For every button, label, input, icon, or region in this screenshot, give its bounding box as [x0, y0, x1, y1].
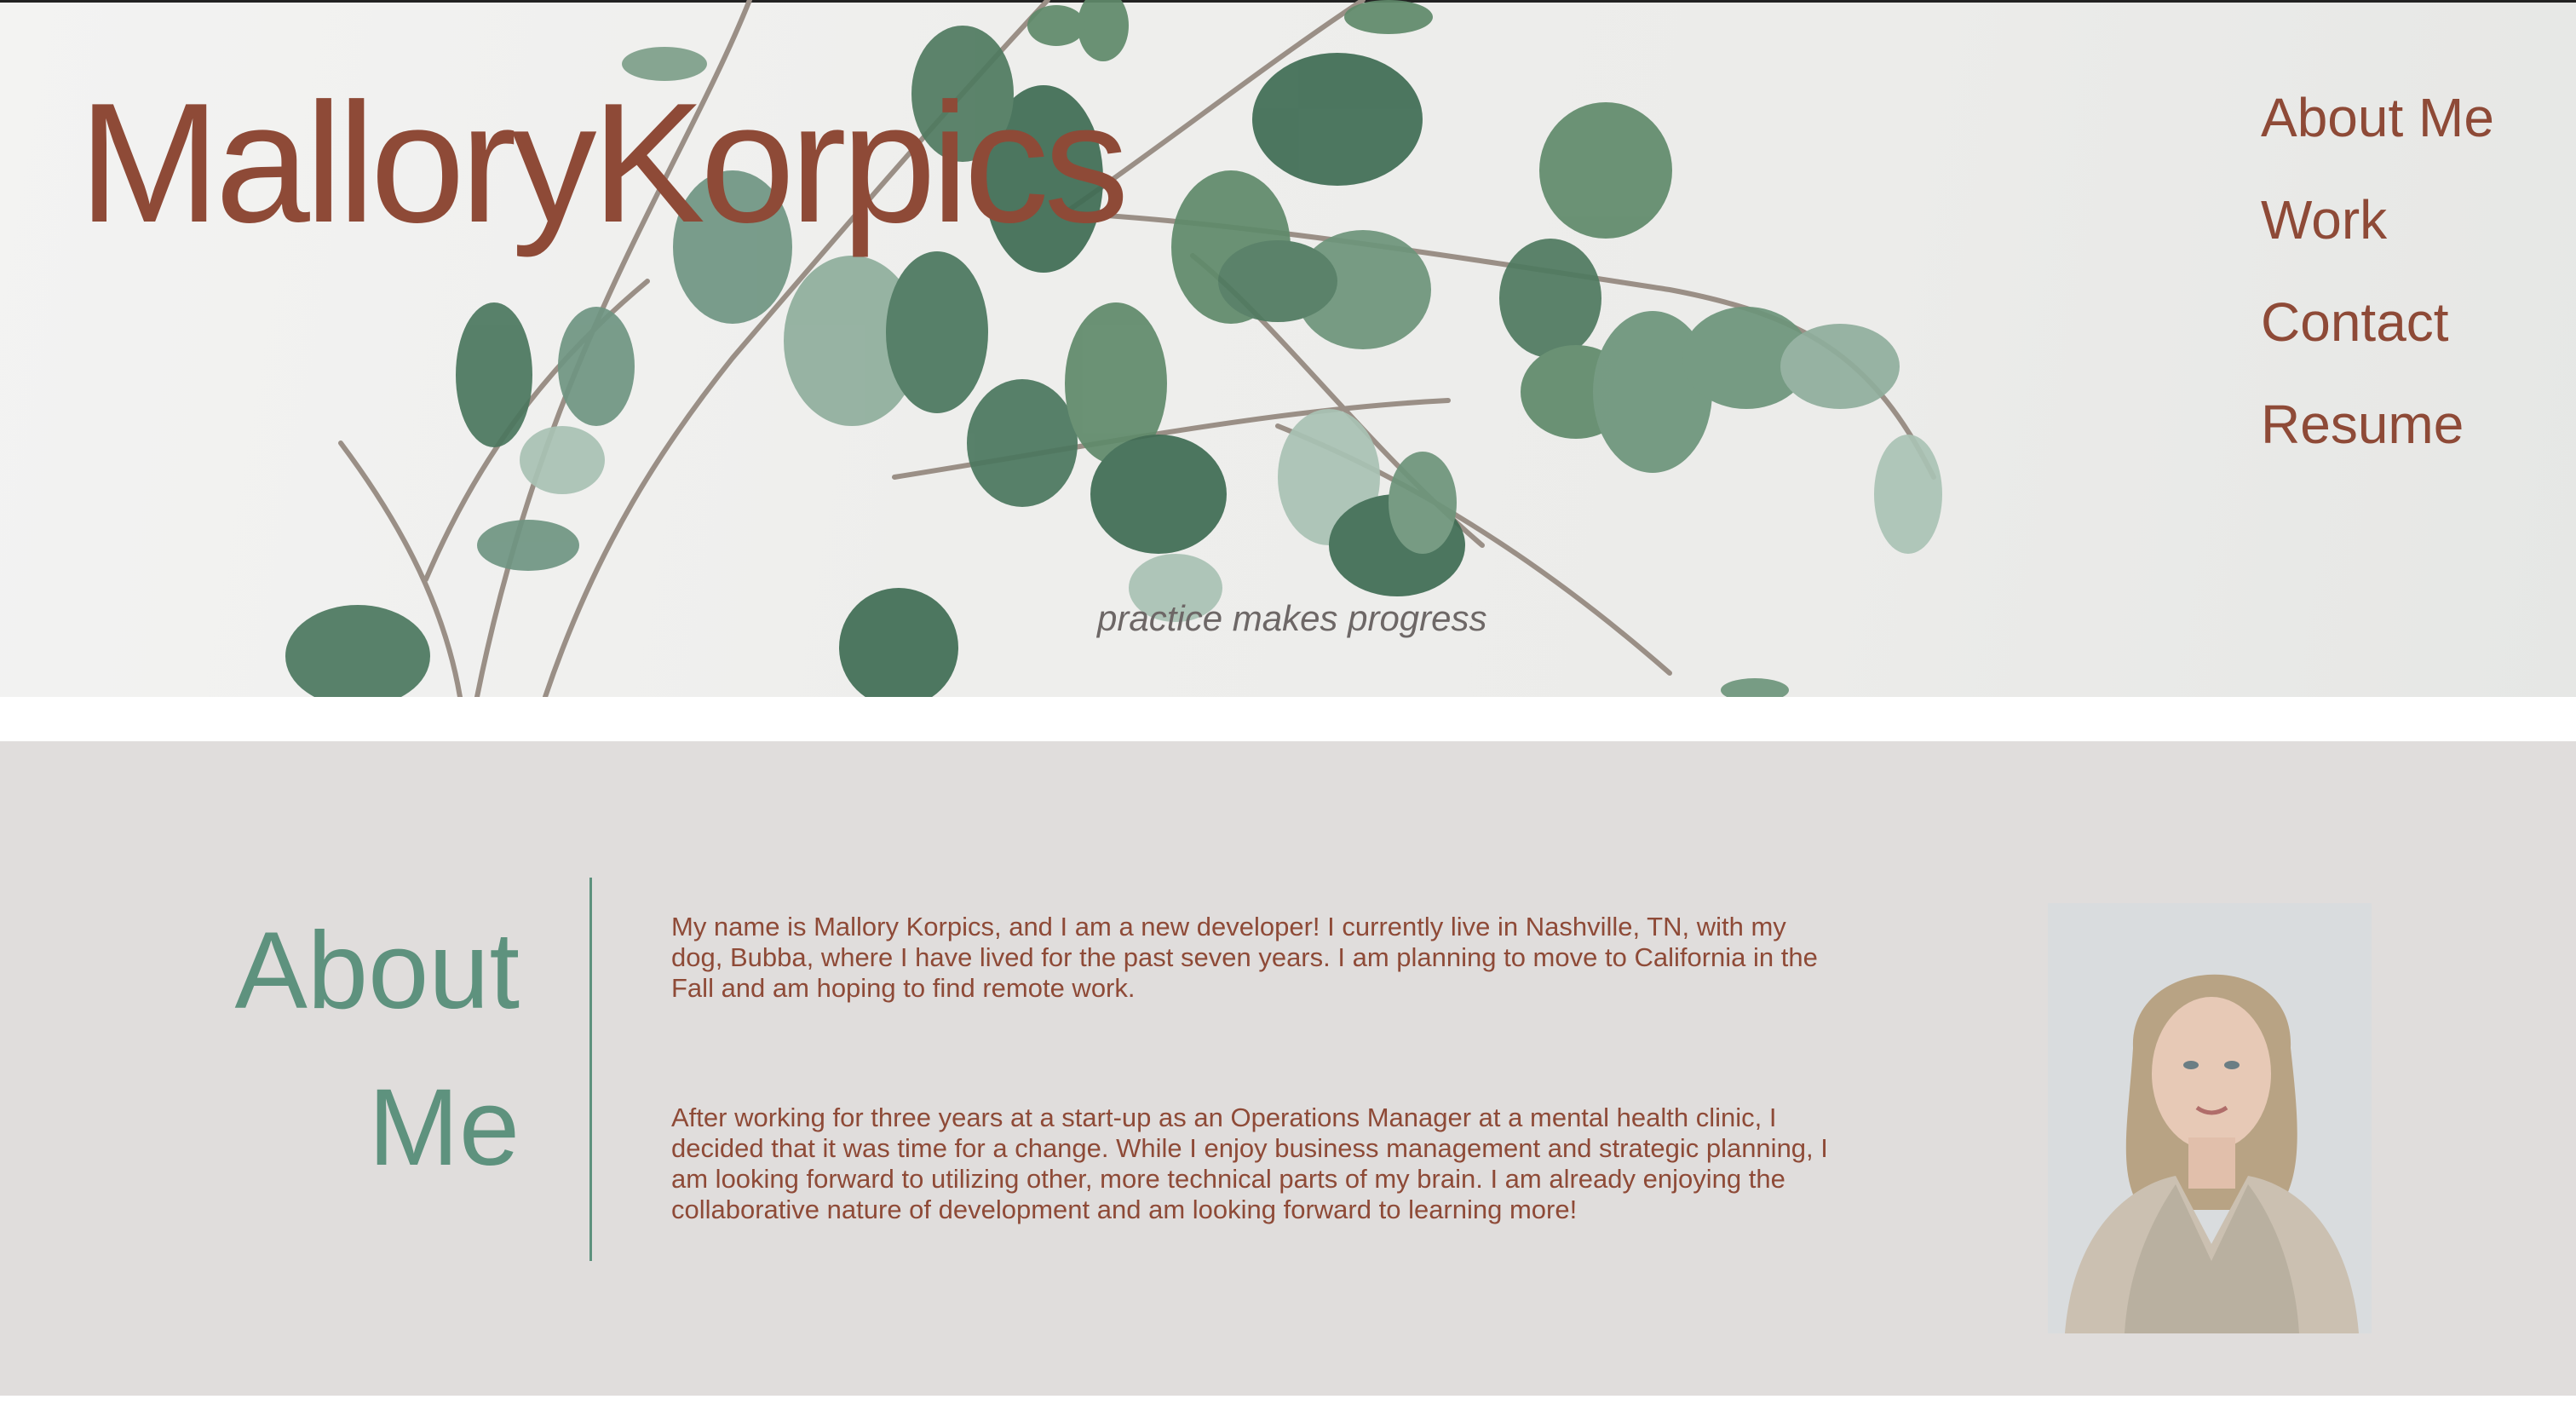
- nav-link-about-me[interactable]: About Me: [2261, 89, 2494, 147]
- about-text: My name is Mallory Korpics, and I am a n…: [671, 912, 1838, 1225]
- about-heading-line1: About: [234, 910, 520, 1032]
- portrait-image: [2048, 903, 2372, 1333]
- nav-link-work[interactable]: Work: [2261, 191, 2494, 249]
- site-title[interactable]: MalloryKorpics: [78, 78, 1129, 249]
- about-paragraph-1: My name is Mallory Korpics, and I am a n…: [671, 912, 1818, 1003]
- tagline: practice makes progress: [1097, 598, 1487, 638]
- hero-banner: MalloryKorpics About Me Work Contact Res…: [0, 0, 2576, 697]
- profile-photo: [2048, 903, 2372, 1333]
- about-heading: About Me: [128, 893, 520, 1206]
- nav-link-resume[interactable]: Resume: [2261, 395, 2494, 453]
- main-nav: About Me Work Contact Resume: [2261, 89, 2494, 453]
- about-section: About Me My name is Mallory Korpics, and…: [0, 741, 2576, 1396]
- about-paragraph-2: After working for three years at a start…: [671, 1103, 1828, 1224]
- nav-link-contact[interactable]: Contact: [2261, 293, 2494, 351]
- page: MalloryKorpics About Me Work Contact Res…: [0, 0, 2576, 1428]
- about-heading-line2: Me: [368, 1067, 520, 1189]
- vertical-divider: [589, 878, 592, 1261]
